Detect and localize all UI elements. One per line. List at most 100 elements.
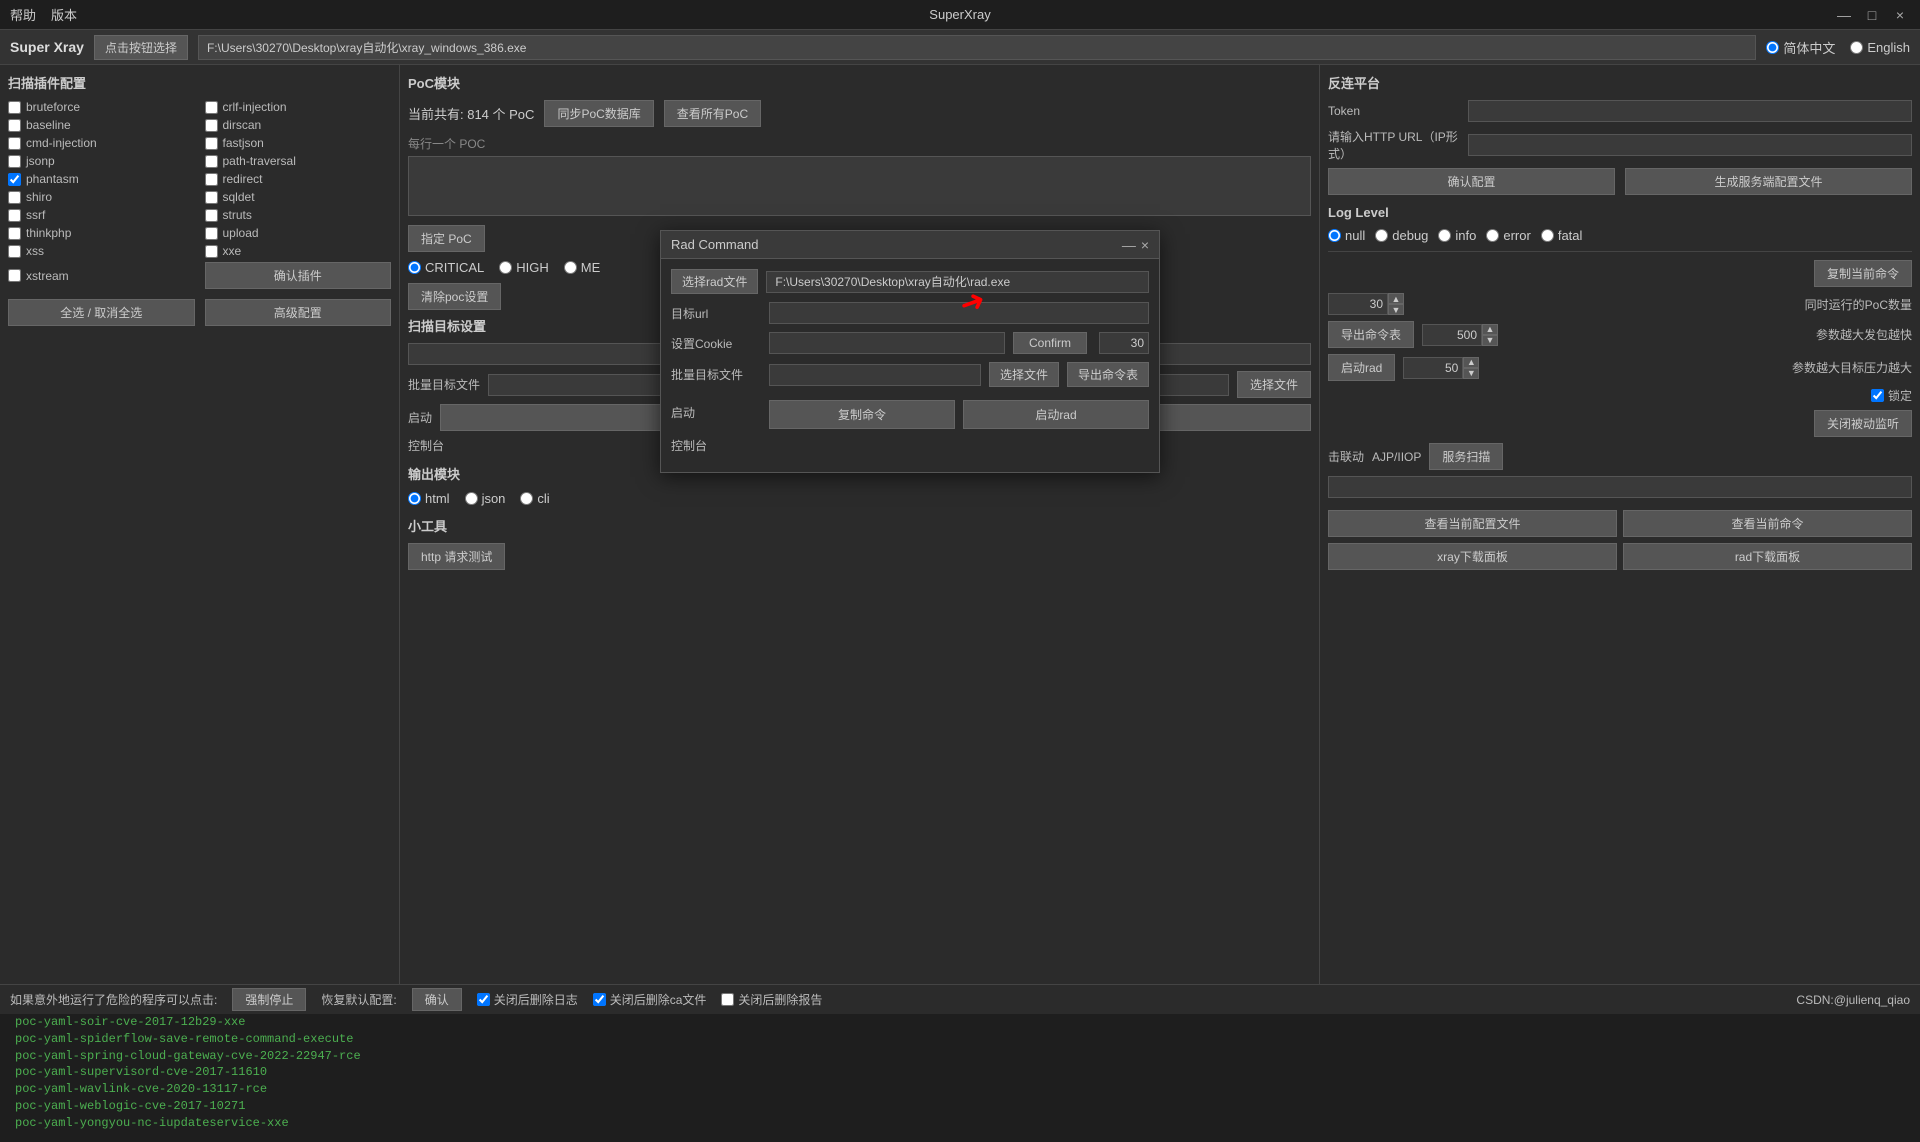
title-bar: 帮助 版本 SuperXray — □ ×	[0, 0, 1920, 30]
gen-config-button[interactable]: 生成服务端配置文件	[1625, 168, 1912, 195]
plugin-fastjson[interactable]: fastjson	[205, 136, 392, 150]
view-cmd-button[interactable]: 查看当前命令	[1623, 510, 1912, 537]
log-error[interactable]: error	[1486, 228, 1530, 243]
output-html[interactable]: html	[408, 491, 450, 506]
severity-critical[interactable]: CRITICAL	[408, 260, 484, 275]
rad-spinbox-input[interactable]	[1403, 357, 1463, 379]
plugin-sqldet[interactable]: sqldet	[205, 190, 392, 204]
rad-file-input[interactable]	[766, 271, 1149, 293]
sync-poc-button[interactable]: 同步PoC数据库	[544, 100, 653, 127]
confirm-plugins-button[interactable]: 确认插件	[205, 262, 392, 289]
log-fatal[interactable]: fatal	[1541, 228, 1583, 243]
token-input[interactable]	[1468, 100, 1912, 122]
rad-download-button[interactable]: rad下载面板	[1623, 543, 1912, 570]
lock-checkbox[interactable]: 锁定	[1871, 387, 1912, 404]
close-btn[interactable]: ×	[1890, 5, 1910, 25]
plugin-upload[interactable]: upload	[205, 226, 392, 240]
minimize-btn[interactable]: —	[1834, 5, 1854, 25]
lang-simplified-option[interactable]: 简体中文	[1766, 38, 1835, 57]
xray-download-button[interactable]: xray下载面板	[1328, 543, 1617, 570]
start-rad-button[interactable]: 启动rad	[1328, 354, 1395, 381]
dialog-minimize[interactable]: —	[1122, 237, 1136, 253]
severity-high[interactable]: HIGH	[499, 260, 549, 275]
log-level-title: Log Level	[1328, 205, 1912, 220]
token-label: Token	[1328, 104, 1468, 118]
close-del-ca-checkbox[interactable]: 关闭后删除ca文件	[593, 991, 707, 1008]
plugin-ssrf[interactable]: ssrf	[8, 208, 195, 222]
plugin-crlf-injection[interactable]: crlf-injection	[205, 100, 392, 114]
output-json[interactable]: json	[465, 491, 506, 506]
menu-version[interactable]: 版本	[51, 5, 77, 24]
confirm-config-button[interactable]: 确认配置	[1328, 168, 1615, 195]
close-passive-button[interactable]: 关闭被动监听	[1814, 410, 1912, 437]
log-info[interactable]: info	[1438, 228, 1476, 243]
specify-poc-button[interactable]: 指定 PoC	[408, 225, 485, 252]
lang-english-option[interactable]: English	[1850, 40, 1910, 55]
select-batch-file-button[interactable]: 选择文件	[1237, 371, 1311, 398]
plugin-redirect[interactable]: redirect	[205, 172, 392, 186]
copy-current-cmd-button[interactable]: 复制当前命令	[1814, 260, 1912, 287]
batch-target-label: 批量目标文件	[408, 376, 480, 393]
clear-poc-button[interactable]: 清除poc设置	[408, 283, 501, 310]
plugin-cmd-injection[interactable]: cmd-injection	[8, 136, 195, 150]
poc-count-down[interactable]: ▼	[1388, 304, 1404, 315]
menu-help[interactable]: 帮助	[10, 5, 36, 24]
poc-count-up[interactable]: ▲	[1388, 293, 1404, 304]
output-line: poc-yaml-weblogic-cve-2017-10271	[15, 1098, 1905, 1115]
http-url-input[interactable]	[1468, 134, 1912, 156]
export-spinbox-input[interactable]	[1422, 324, 1482, 346]
plugin-baseline[interactable]: baseline	[8, 118, 195, 132]
confirm-spinbox[interactable]	[1099, 332, 1149, 354]
force-stop-button[interactable]: 强制停止	[232, 988, 306, 1011]
http-test-button[interactable]: http 请求测试	[408, 543, 505, 570]
restore-confirm-button[interactable]: 确认	[412, 988, 462, 1011]
poc-count-label: 同时运行的PoC数量	[1412, 296, 1912, 313]
plugin-jsonp[interactable]: jsonp	[8, 154, 195, 168]
view-all-poc-button[interactable]: 查看所有PoC	[664, 100, 761, 127]
rad-up[interactable]: ▲	[1463, 357, 1479, 368]
start-rad-dialog-button[interactable]: 启动rad	[963, 400, 1149, 429]
export-spin-btns: ▲ ▼	[1482, 324, 1498, 346]
export-down[interactable]: ▼	[1482, 335, 1498, 346]
poc-count-input[interactable]	[1328, 293, 1388, 315]
export-cmd-dialog-button[interactable]: 导出命令表	[1067, 362, 1149, 387]
plugin-shiro[interactable]: shiro	[8, 190, 195, 204]
extra-input[interactable]	[1328, 476, 1912, 498]
plugin-bruteforce[interactable]: bruteforce	[8, 100, 195, 114]
log-null[interactable]: null	[1328, 228, 1365, 243]
rad-down[interactable]: ▼	[1463, 368, 1479, 379]
select-all-button[interactable]: 全选 / 取消全选	[8, 299, 195, 326]
view-config-button[interactable]: 查看当前配置文件	[1328, 510, 1617, 537]
rad-target-url-input[interactable]	[769, 302, 1149, 324]
cookie-input[interactable]	[769, 332, 1005, 354]
export-cmd-button[interactable]: 导出命令表	[1328, 321, 1414, 348]
advanced-config-button[interactable]: 高级配置	[205, 299, 392, 326]
plugin-dirscan[interactable]: dirscan	[205, 118, 392, 132]
copy-cmd-dialog-button[interactable]: 复制命令	[769, 400, 955, 429]
output-cli[interactable]: cli	[520, 491, 549, 506]
rad-spin-btns: ▲ ▼	[1463, 357, 1479, 379]
severity-me[interactable]: ME	[564, 260, 601, 275]
service-scan-button[interactable]: 服务扫描	[1429, 443, 1503, 470]
export-up[interactable]: ▲	[1482, 324, 1498, 335]
plugin-xss[interactable]: xss	[8, 244, 195, 258]
plugin-struts[interactable]: struts	[205, 208, 392, 222]
log-debug[interactable]: debug	[1375, 228, 1428, 243]
select-batch-button[interactable]: 选择文件	[989, 362, 1059, 387]
batch-input[interactable]	[769, 364, 981, 386]
plugin-xstream[interactable]: xstream	[8, 262, 195, 289]
close-del-report-checkbox[interactable]: 关闭后删除报告	[721, 991, 822, 1008]
tools-title: 小工具	[408, 516, 1311, 535]
plugin-xxe[interactable]: xxe	[205, 244, 392, 258]
plugin-thinkphp[interactable]: thinkphp	[8, 226, 195, 240]
maximize-btn[interactable]: □	[1862, 5, 1882, 25]
poc-textarea[interactable]	[408, 156, 1311, 216]
select-rad-file-button[interactable]: 选择rad文件	[671, 269, 758, 294]
dialog-close[interactable]: ×	[1141, 237, 1149, 253]
select-file-button[interactable]: 点击按钮选择	[94, 35, 188, 60]
plugin-phantasm[interactable]: phantasm	[8, 172, 195, 186]
close-del-report-label: 关闭后删除报告	[738, 991, 822, 1008]
plugin-path-traversal[interactable]: path-traversal	[205, 154, 392, 168]
confirm-button[interactable]: Confirm	[1013, 332, 1087, 354]
close-del-log-checkbox[interactable]: 关闭后删除日志	[477, 991, 578, 1008]
